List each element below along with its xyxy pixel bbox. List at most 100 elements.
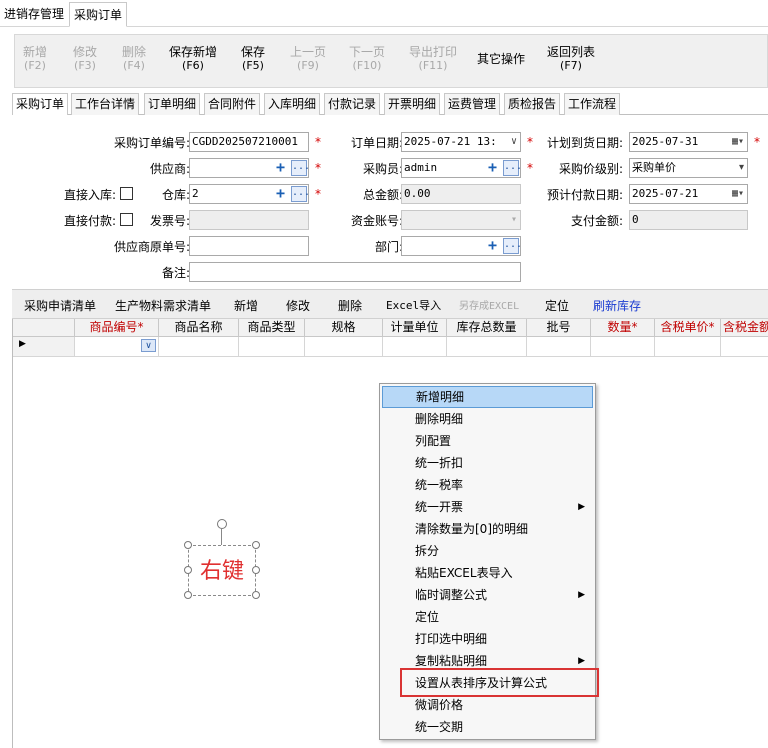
- resize-handle[interactable]: [184, 566, 192, 574]
- cell-tax-price[interactable]: [655, 337, 721, 357]
- save-excel-button[interactable]: 另存成EXCEL: [459, 297, 519, 312]
- prev-page-button[interactable]: 上一页 (F9): [290, 45, 326, 73]
- menu-item-add-detail[interactable]: 新增明细: [382, 386, 593, 408]
- chevron-down-icon[interactable]: ∨: [511, 133, 517, 151]
- order-no-field[interactable]: CGDD202507210001: [189, 132, 309, 152]
- browse-icon[interactable]: ...: [291, 186, 308, 202]
- menu-item-unified-delivery[interactable]: 统一交期: [382, 716, 593, 738]
- cell-product-code[interactable]: ∨: [75, 337, 159, 357]
- detail-edit-button[interactable]: 修改: [286, 297, 310, 314]
- material-demand-button[interactable]: 生产物料需求清单: [115, 297, 211, 314]
- menu-item-clear-zero[interactable]: 清除数量为[0]的明细: [382, 518, 593, 540]
- menu-item-label: 打印选中明细: [415, 632, 488, 646]
- remark-field[interactable]: [189, 262, 521, 282]
- export-print-button[interactable]: 导出打印 (F11): [409, 45, 457, 73]
- plan-date-field[interactable]: 2025-07-31 ▦▾: [629, 132, 748, 152]
- menu-item-unified-tax[interactable]: 统一税率: [382, 474, 593, 496]
- new-button[interactable]: 新增 (F2): [23, 45, 47, 73]
- cell-spec[interactable]: [305, 337, 383, 357]
- col-spec[interactable]: 规格: [305, 319, 383, 337]
- dropdown-arrow-icon[interactable]: ▾: [739, 159, 744, 177]
- resize-handle[interactable]: [252, 566, 260, 574]
- cell-unit[interactable]: [383, 337, 447, 357]
- tab-order-detail[interactable]: 订单明细: [144, 93, 201, 115]
- calendar-icon[interactable]: ▦▾: [732, 133, 744, 151]
- edit-button[interactable]: 修改 (F3): [73, 45, 97, 73]
- resize-handle[interactable]: [184, 541, 192, 549]
- tab-invoice[interactable]: 开票明细: [384, 93, 441, 115]
- col-product-type[interactable]: 商品类型: [239, 319, 305, 337]
- excel-import-button[interactable]: Excel导入: [386, 297, 441, 313]
- menu-item-paste-excel[interactable]: 粘贴EXCEL表导入: [382, 562, 593, 584]
- supplier-field[interactable]: + ...: [189, 158, 309, 178]
- dept-field[interactable]: + ...: [401, 236, 521, 256]
- tab-qc[interactable]: 质检报告: [504, 93, 561, 115]
- delete-button[interactable]: 删除 (F4): [122, 45, 146, 73]
- col-tax-price[interactable]: 含税单价*: [655, 319, 721, 337]
- cell-tax-amount[interactable]: [721, 337, 768, 357]
- next-page-button[interactable]: 下一页 (F10): [349, 45, 385, 73]
- add-icon[interactable]: +: [273, 186, 288, 202]
- order-date-field[interactable]: 2025-07-21 13: ∨: [401, 132, 521, 152]
- browse-icon[interactable]: ...: [503, 238, 520, 254]
- refresh-stock-button[interactable]: 刷新库存: [593, 297, 641, 314]
- resize-handle[interactable]: [252, 591, 260, 599]
- add-icon[interactable]: +: [485, 238, 500, 254]
- tab-contract[interactable]: 合同附件: [204, 93, 261, 115]
- menu-item-print-selected[interactable]: 打印选中明细: [382, 628, 593, 650]
- tab-workbench[interactable]: 工作台详情: [71, 93, 140, 115]
- price-level-select[interactable]: 采购单价 ▾: [629, 158, 748, 178]
- menu-item-temp-formula[interactable]: 临时调整公式 ▶: [382, 584, 593, 606]
- tab-freight[interactable]: 运费管理: [444, 93, 501, 115]
- tab-workflow[interactable]: 工作流程: [564, 93, 621, 115]
- purchase-request-button[interactable]: 采购申请清单: [24, 297, 96, 314]
- resize-handle[interactable]: [184, 591, 192, 599]
- chevron-down-icon[interactable]: ∨: [141, 339, 156, 352]
- locate-button[interactable]: 定位: [545, 297, 569, 314]
- col-product-code[interactable]: 商品编号*: [75, 319, 159, 337]
- tab-purchase-order[interactable]: 采购订单: [12, 93, 69, 116]
- col-quantity[interactable]: 数量*: [591, 319, 655, 337]
- col-unit[interactable]: 计量单位: [383, 319, 447, 337]
- tab-inbound[interactable]: 入库明细: [264, 93, 321, 115]
- menu-item-delete-detail[interactable]: 删除明细: [382, 408, 593, 430]
- col-stock-qty[interactable]: 库存总数量: [447, 319, 527, 337]
- add-icon[interactable]: +: [485, 160, 500, 176]
- window-tab-inventory[interactable]: 进销存管理: [0, 2, 68, 27]
- pay-date-field[interactable]: 2025-07-21 ▦▾: [629, 184, 748, 204]
- menu-item-column-config[interactable]: 列配置: [382, 430, 593, 452]
- buyer-field[interactable]: admin + ...: [401, 158, 521, 178]
- window-tab-purchase-order[interactable]: 采购订单: [69, 2, 128, 27]
- tab-payment[interactable]: 付款记录: [324, 93, 381, 115]
- supplier-no-field[interactable]: [189, 236, 309, 256]
- account-label: 资金账号:: [350, 214, 403, 228]
- cell-quantity[interactable]: [591, 337, 655, 357]
- col-tax-amount[interactable]: 含税金额: [721, 319, 768, 337]
- cell-product-type[interactable]: [239, 337, 305, 357]
- col-batch[interactable]: 批号: [527, 319, 591, 337]
- cell-product-name[interactable]: [159, 337, 239, 357]
- direct-pay-checkbox[interactable]: [120, 213, 133, 226]
- menu-item-locate[interactable]: 定位: [382, 606, 593, 628]
- detail-add-button[interactable]: 新增: [234, 297, 258, 314]
- other-ops-button[interactable]: 其它操作: [477, 52, 525, 66]
- menu-item-unified-discount[interactable]: 统一折扣: [382, 452, 593, 474]
- menu-item-split[interactable]: 拆分: [382, 540, 593, 562]
- back-to-list-button[interactable]: 返回列表 (F7): [547, 45, 595, 73]
- rotate-handle[interactable]: [217, 519, 227, 529]
- menu-item-unified-invoice[interactable]: 统一开票 ▶: [382, 496, 593, 518]
- cell-batch[interactable]: [527, 337, 591, 357]
- calendar-icon[interactable]: ▦▾: [732, 185, 744, 203]
- browse-icon[interactable]: ...: [503, 160, 520, 176]
- cell-stock-qty[interactable]: [447, 337, 527, 357]
- resize-handle[interactable]: [252, 541, 260, 549]
- add-icon[interactable]: +: [273, 160, 288, 176]
- save-new-button[interactable]: 保存新增 (F6): [169, 45, 217, 73]
- direct-in-checkbox[interactable]: [120, 187, 133, 200]
- warehouse-field[interactable]: 2 + ...: [189, 184, 309, 204]
- save-button[interactable]: 保存 (F5): [241, 45, 265, 73]
- browse-icon[interactable]: ...: [291, 160, 308, 176]
- menu-item-adjust-price[interactable]: 微调价格: [382, 694, 593, 716]
- detail-delete-button[interactable]: 删除: [338, 297, 362, 314]
- col-product-name[interactable]: 商品名称: [159, 319, 239, 337]
